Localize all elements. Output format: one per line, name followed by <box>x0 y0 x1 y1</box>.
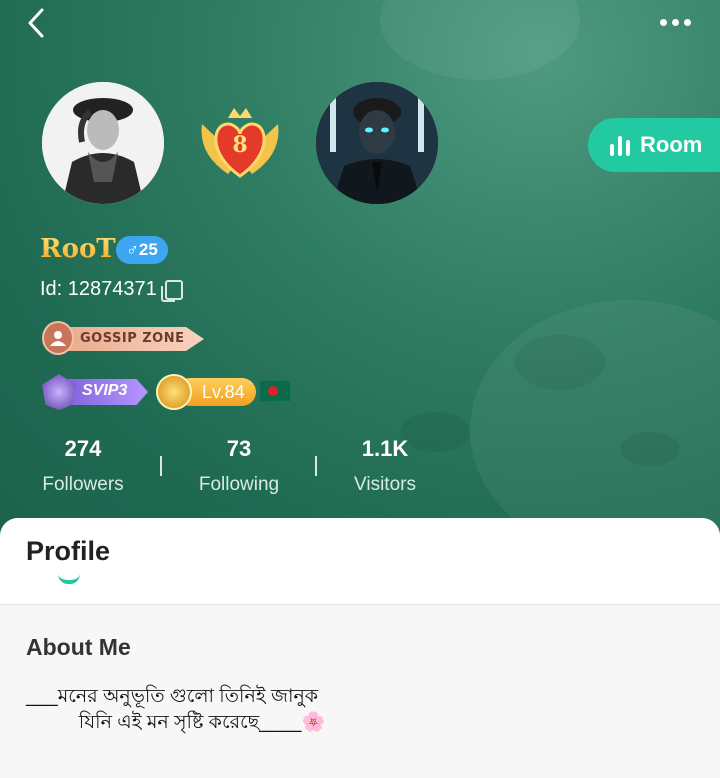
room-avatar[interactable] <box>316 82 438 204</box>
avatar[interactable] <box>42 82 164 204</box>
svip-badge-label: SVIP3 <box>82 382 128 399</box>
user-name: RooT <box>40 234 116 264</box>
about-me-title: About Me <box>26 634 131 660</box>
family-badge[interactable]: GOSSIP ZONE <box>42 321 212 355</box>
stat-divider <box>160 456 162 476</box>
stat-divider <box>315 456 317 476</box>
family-badge-icon <box>42 321 74 355</box>
visitors-stat[interactable]: 1.1K Visitors <box>350 436 420 496</box>
copy-icon[interactable] <box>160 279 183 302</box>
level-badge-label: Lv.84 <box>202 382 245 402</box>
level-medal-number: 8 <box>232 132 247 158</box>
tab-profile[interactable]: Profile <box>26 536 110 567</box>
svip-badge[interactable]: SVIP3 <box>42 374 150 410</box>
audio-bars-icon <box>610 134 630 156</box>
level-badge[interactable]: Lv.84 <box>156 374 256 410</box>
visitors-label: Visitors <box>354 474 416 495</box>
profile-header: 8 Room RooT ♂25 Id: 12874371 GOSSIP ZONE <box>0 0 720 540</box>
about-me-text: ___মনের অনুভূতি গুলো তিনিই জানুক যিনি এই… <box>26 686 326 733</box>
background-decoration <box>470 300 720 540</box>
chevron-left-icon[interactable] <box>22 8 52 38</box>
user-id-row: Id: 12874371 <box>40 278 183 302</box>
tab-active-indicator <box>58 574 80 584</box>
tab-bar: Profile <box>0 518 720 605</box>
room-button-label: Room <box>640 132 703 157</box>
level-crest-icon <box>156 374 192 410</box>
more-dots-icon[interactable] <box>660 12 700 32</box>
family-badge-label: GOSSIP ZONE <box>80 331 185 346</box>
level-medal-icon: 8 <box>201 108 279 178</box>
followers-count: 274 <box>64 436 102 461</box>
avatar-image <box>316 82 438 204</box>
background-decoration <box>380 0 580 80</box>
user-id: Id: 12874371 <box>40 278 157 300</box>
following-count: 73 <box>226 436 252 461</box>
followers-label: Followers <box>42 474 124 495</box>
gender-age-badge: ♂25 <box>116 236 168 264</box>
background-decoration <box>620 432 680 466</box>
avatar-image <box>42 82 164 204</box>
followers-stat[interactable]: 274 Followers <box>40 436 126 496</box>
profile-panel: Profile About Me ___মনের অনুভূতি গুলো তি… <box>0 518 720 778</box>
following-label: Following <box>198 474 280 495</box>
background-decoration <box>515 335 605 390</box>
visitors-count: 1.1K <box>361 436 409 461</box>
bangladesh-flag-icon <box>260 381 290 401</box>
following-stat[interactable]: 73 Following <box>196 436 282 496</box>
room-button[interactable]: Room <box>588 118 720 172</box>
